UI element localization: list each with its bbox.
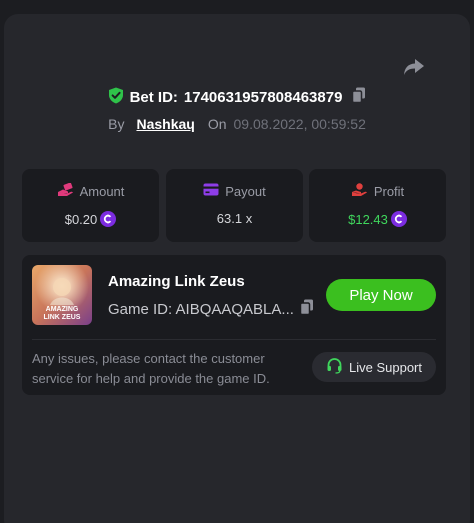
bet-date: 09.08.2022, 00:59:52	[233, 116, 366, 132]
stat-payout: Payout 63.1 x	[166, 169, 303, 242]
stat-amount-label: Amount	[79, 184, 125, 199]
support-help-text: Any issues, please contact the customer …	[32, 351, 270, 386]
shield-check-icon	[108, 87, 124, 108]
game-thumbnail[interactable]: AMAZING LINK ZEUS	[32, 265, 92, 325]
headset-icon	[326, 357, 343, 377]
by-label: By	[108, 116, 125, 132]
stat-profit-label: Profit	[373, 184, 405, 199]
copy-icon[interactable]	[299, 299, 314, 319]
live-support-label: Live Support	[349, 359, 422, 375]
stat-profit-value: $12.43	[348, 211, 388, 227]
stat-amount: Amount $0.20	[22, 169, 159, 242]
copy-icon[interactable]	[352, 87, 366, 107]
game-name: Amazing Link Zeus	[108, 273, 245, 290]
share-icon[interactable]	[403, 57, 425, 77]
card-icon	[203, 183, 219, 199]
bet-meta-row: By Nashkaɥ On 09.08.2022, 00:59:52	[0, 114, 474, 134]
divider	[32, 339, 436, 340]
game-card: AMAZING LINK ZEUS Amazing Link Zeus Game…	[22, 255, 446, 395]
bet-id-row: Bet ID: 1740631957808463879	[0, 87, 474, 107]
hand-money-icon	[351, 183, 368, 200]
thumbnail-line-1: AMAZING	[46, 306, 79, 313]
on-label: On	[207, 116, 227, 132]
stat-profit: Profit $12.43	[309, 169, 446, 242]
stat-payout-value: 63.1 x	[216, 211, 253, 226]
live-support-button[interactable]: Live Support	[312, 352, 436, 382]
bet-id-value: 1740631957808463879	[183, 88, 343, 106]
coin-icon	[390, 211, 407, 227]
hand-coin-icon	[57, 182, 74, 200]
coin-icon	[100, 211, 117, 227]
game-id-text: Game ID: AIBQAAQABLA...	[108, 300, 294, 318]
stat-amount-value: $0.20	[64, 211, 98, 227]
stat-payout-label: Payout	[225, 183, 266, 199]
username-link[interactable]: Nashkaɥ	[136, 116, 194, 132]
bet-id-label: Bet ID:	[129, 88, 178, 106]
play-now-button[interactable]: Play Now	[326, 279, 436, 311]
thumbnail-line-2: LINK ZEUS	[44, 314, 81, 321]
